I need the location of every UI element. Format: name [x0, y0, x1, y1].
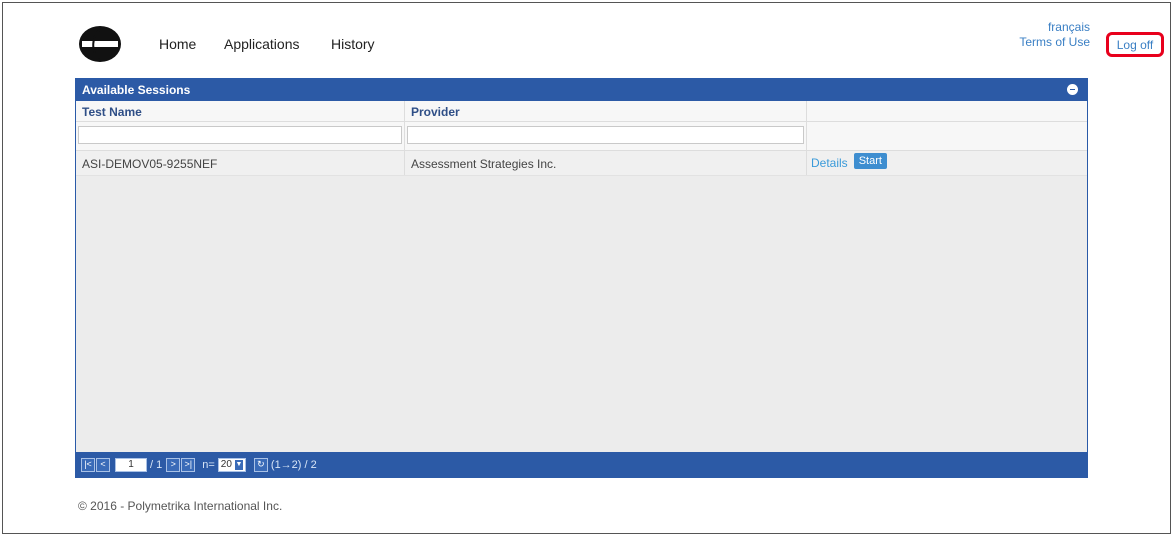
next-page-button[interactable]: >	[166, 458, 181, 472]
test-name-filter-input[interactable]	[78, 126, 402, 144]
last-page-button[interactable]: >|	[181, 458, 196, 472]
provider-cell: Assessment Strategies Inc.	[405, 151, 807, 175]
details-link[interactable]: Details	[811, 156, 848, 170]
page-size-label: n=	[202, 459, 215, 471]
filter-cell-provider	[405, 122, 807, 150]
panel-title: Available Sessions	[82, 83, 191, 97]
terms-of-use-link[interactable]: Terms of Use	[1019, 35, 1090, 50]
page-size-value: 20	[220, 459, 232, 470]
prev-page-button[interactable]: <	[96, 458, 110, 472]
first-page-button[interactable]: |<	[81, 458, 95, 472]
column-provider[interactable]: Provider	[405, 101, 807, 121]
app-window: Home Applications History français Terms…	[2, 2, 1171, 534]
footer-copyright: © 2016 - Polymetrika International Inc.	[78, 499, 283, 513]
column-test-name[interactable]: Test Name	[76, 101, 405, 121]
page-number-input[interactable]: 1	[115, 458, 147, 472]
actions-cell: Details Start	[807, 151, 1087, 175]
page-range: (1→2) / 2	[270, 459, 317, 471]
panel-header: Available Sessions	[76, 79, 1087, 101]
nav-home[interactable]: Home	[159, 36, 196, 52]
refresh-icon[interactable]: ↻	[253, 458, 268, 472]
pagination-bar: |< < 1 / 1 > >| n= 20 ▼ ↻ (1→2) / 2	[75, 452, 1088, 478]
provider-filter-input[interactable]	[407, 126, 804, 144]
page-total: / 1	[150, 459, 163, 471]
dropdown-arrow-icon: ▼	[234, 460, 243, 470]
test-name-cell: ASI-DEMOV05-9255NEF	[76, 151, 405, 175]
company-logo	[79, 26, 121, 62]
table-row: ASI-DEMOV05-9255NEF Assessment Strategie…	[76, 151, 1087, 176]
collapse-icon[interactable]	[1067, 84, 1078, 95]
filter-cell-empty	[807, 122, 1087, 150]
language-link[interactable]: français	[1019, 20, 1090, 35]
filter-row	[76, 122, 1087, 151]
nav-applications[interactable]: Applications	[224, 36, 300, 52]
filter-cell-test-name	[76, 122, 405, 150]
column-actions	[807, 101, 1087, 121]
available-sessions-panel: Available Sessions Test Name Provider AS…	[75, 78, 1088, 478]
nav-history[interactable]: History	[331, 36, 375, 52]
table-header: Test Name Provider	[76, 101, 1087, 122]
log-off-label: Log off	[1116, 37, 1154, 52]
start-button[interactable]: Start	[853, 153, 887, 169]
page-size-select[interactable]: 20 ▼	[217, 458, 246, 472]
top-right-links: français Terms of Use	[1019, 20, 1090, 50]
log-off-button[interactable]: Log off	[1106, 32, 1164, 57]
